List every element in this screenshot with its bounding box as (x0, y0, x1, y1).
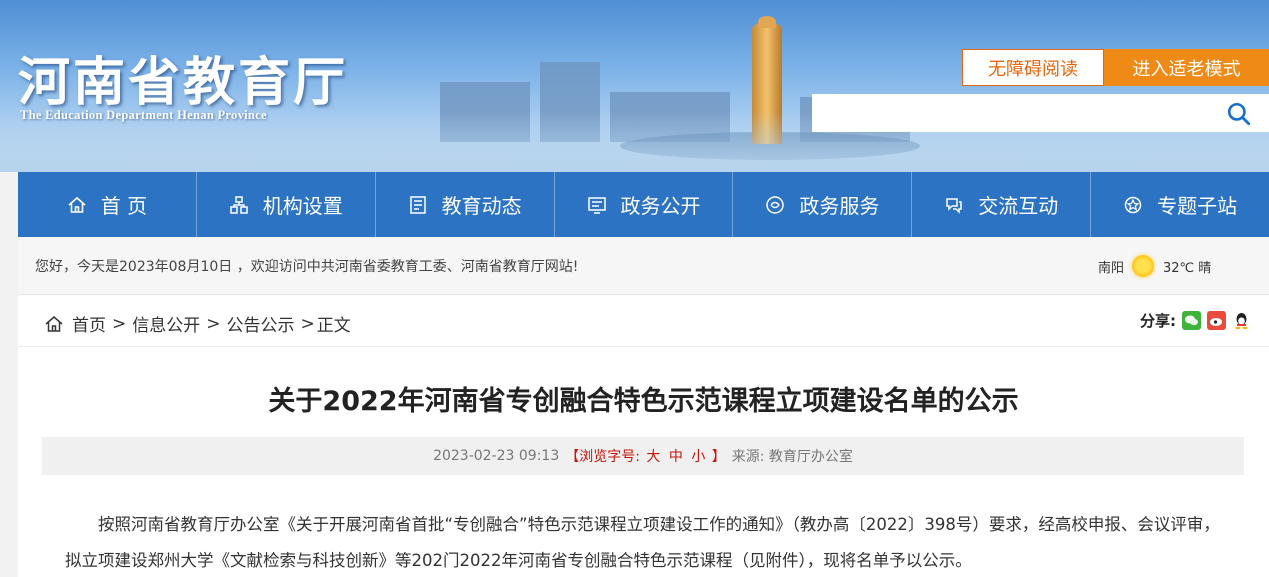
nav-item-service[interactable]: 政务服务 (733, 172, 913, 237)
nav-item-label: 首 页 (100, 194, 148, 218)
site-logo-en: The Education Department Henan Province (20, 108, 267, 122)
home-icon (68, 196, 86, 213)
nav-item-label: 教育动态 (441, 194, 522, 218)
breadcrumb-current: 正文 (316, 316, 351, 336)
weather-widget: 南阳 32℃ 晴 (1098, 255, 1211, 277)
welcome-bar: 您好，今天是2023年08月10日 ，欢迎访问中共河南省委教育工委、河南省教育厅… (18, 237, 1269, 295)
weather-text: 32℃ 晴 (1163, 260, 1212, 276)
nav-item-subsite[interactable]: 专题子站 (1091, 172, 1269, 237)
breadcrumb-info-link[interactable]: 信息公开 (132, 311, 200, 336)
nav-item-label: 政务公开 (620, 194, 701, 218)
wechat-icon[interactable] (1182, 311, 1201, 330)
breadcrumb-bar: 首页 > 信息公开 > 公告公示 > 正文 分享: (18, 295, 1269, 347)
article: 关于2022年河南省专创融合特色示范课程立项建设名单的公示 2023-02-23… (18, 347, 1269, 577)
font-size-large-button[interactable]: 大 (646, 449, 660, 465)
font-size-selector: 【浏览字号: 大 中 小 】 (565, 446, 726, 466)
elder-mode-button[interactable]: 进入适老模式 (1104, 49, 1269, 86)
subsite-icon (1124, 196, 1142, 213)
nav-item-org[interactable]: 机构设置 (197, 172, 376, 237)
font-size-label: 【浏览字号: (565, 449, 640, 465)
breadcrumb: 首页 > 信息公开 > 公告公示 > 正文 (44, 311, 351, 336)
article-meta: 2023-02-23 09:13 【浏览字号: 大 中 小 】 来源: 教育厅办… (42, 437, 1244, 475)
search-icon[interactable] (1226, 101, 1252, 127)
font-size-medium-button[interactable]: 中 (669, 449, 683, 465)
welcome-text: 您好，今天是2023年08月10日 ，欢迎访问中共河南省委教育工委、河南省教育厅… (35, 259, 579, 275)
weibo-icon[interactable] (1207, 311, 1226, 330)
nav-item-news[interactable]: 教育动态 (376, 172, 555, 237)
breadcrumb-home-link[interactable]: 首页 (72, 311, 106, 336)
nav-item-label: 专题子站 (1157, 194, 1238, 218)
article-date: 2023-02-23 09:13 (433, 448, 560, 464)
main-nav: 首 页 机构设置 教育动态 政务公开 政务服务 交流互动 专题子站 (18, 172, 1269, 237)
qq-icon[interactable] (1232, 311, 1251, 330)
sun-icon (1132, 255, 1155, 277)
nav-item-label: 交流互动 (978, 194, 1059, 218)
article-paragraph: 按照河南省教育厅办公室《关于开展河南省首批“专创融合”特色示范课程立项建设工作的… (65, 515, 1220, 570)
breadcrumb-separator: > (206, 313, 221, 334)
breadcrumb-separator: > (300, 313, 315, 334)
nav-item-gov-info[interactable]: 政务公开 (555, 172, 734, 237)
gov-info-icon (587, 196, 606, 214)
news-icon (409, 195, 426, 214)
nav-item-home[interactable]: 首 页 (18, 172, 197, 237)
font-size-close-bracket: 】 (711, 449, 726, 465)
share-bar: 分享: (1140, 310, 1251, 331)
interaction-icon (946, 197, 962, 214)
nav-item-label: 政务服务 (799, 194, 880, 218)
weather-city: 南阳 (1098, 260, 1125, 276)
service-icon (766, 195, 785, 214)
header-banner: 河南省教育厅 The Education Department Henan Pr… (0, 0, 1269, 172)
search-input[interactable] (812, 94, 1269, 132)
breadcrumb-separator: > (112, 313, 127, 334)
article-source: 来源: 教育厅办公室 (731, 449, 853, 465)
nav-item-label: 机构设置 (262, 194, 343, 218)
home-icon (45, 315, 63, 332)
accessibility-reading-button[interactable]: 无障碍阅读 (962, 49, 1104, 86)
breadcrumb-notice-link[interactable]: 公告公示 (227, 311, 295, 336)
org-icon (230, 195, 248, 214)
article-title: 关于2022年河南省专创融合特色示范课程立项建设名单的公示 (268, 386, 1019, 417)
font-size-small-button[interactable]: 小 (691, 449, 705, 465)
nav-item-interaction[interactable]: 交流互动 (912, 172, 1092, 237)
site-logo-cn[interactable]: 河南省教育厅 (18, 40, 348, 115)
share-label: 分享: (1140, 312, 1176, 330)
